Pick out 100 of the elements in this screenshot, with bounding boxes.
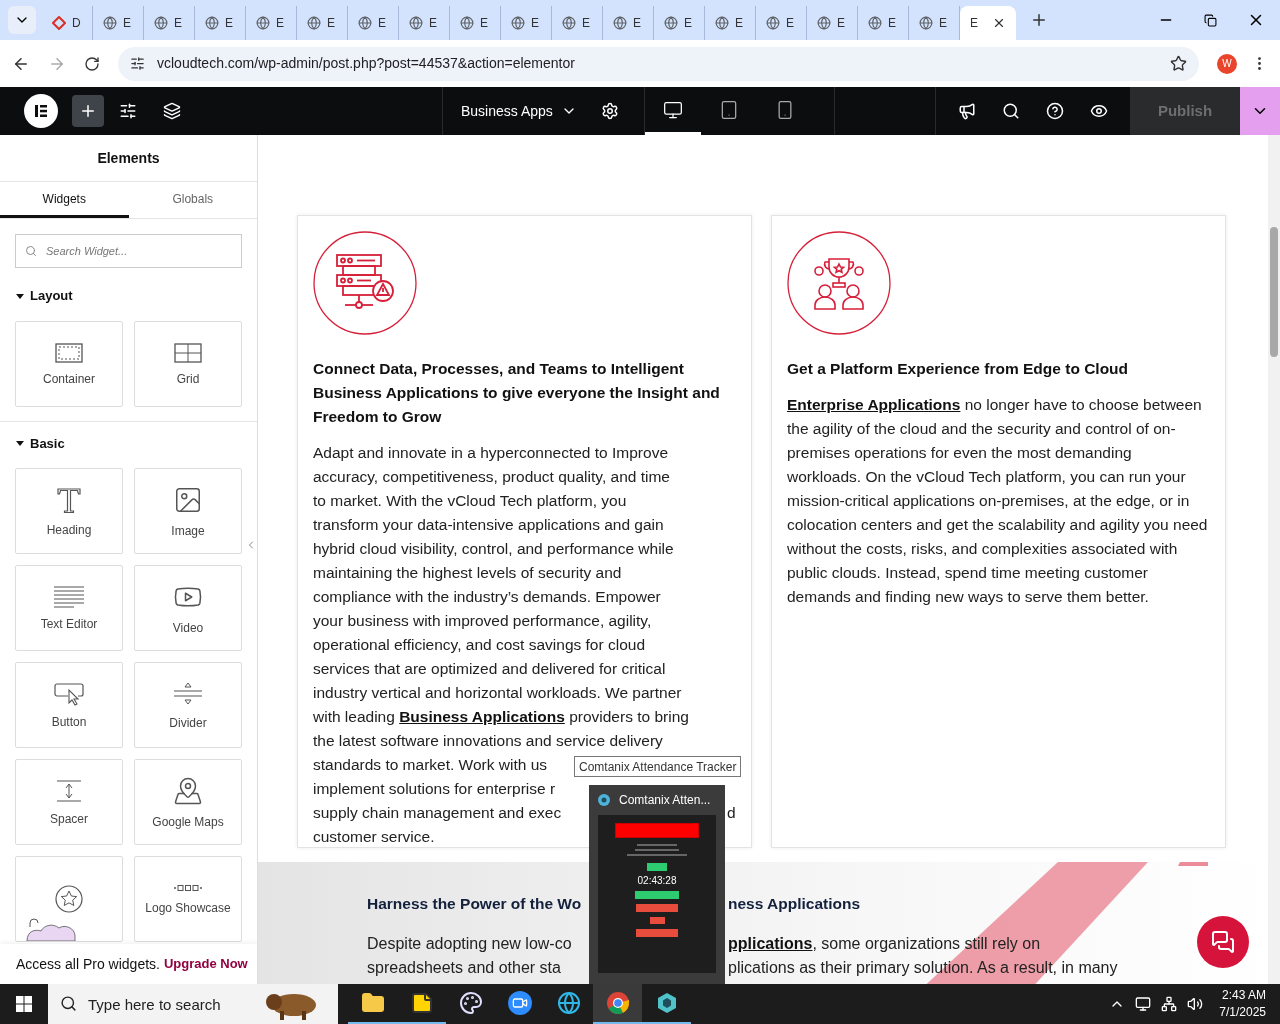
globe-icon [103,16,117,30]
tab-search-button[interactable] [8,6,36,34]
body-text: operational efficiency, and cost savings for cloud [313,636,645,653]
widget-tile[interactable]: Text Editor [15,565,123,651]
app-button-shape [636,929,678,937]
widget-tile[interactable]: Container [15,320,123,407]
widget-tile[interactable]: Button [15,662,123,748]
widget-tile[interactable] [15,856,123,942]
tab-title: E [480,15,488,32]
display-icon[interactable] [1135,996,1152,1012]
widget-label: Text Editor [40,618,98,630]
text-lines-drawing [627,843,687,858]
profile-avatar[interactable]: W [1217,53,1237,74]
reload-icon[interactable] [84,55,100,72]
page-title-dropdown[interactable]: Business Apps [461,100,577,122]
preview-eye-icon[interactable] [1090,102,1108,120]
body-text: providers to bring [568,708,689,725]
diamond-logo-icon [52,16,66,30]
tab-title: E [429,15,437,32]
volume-icon[interactable] [1187,996,1204,1012]
widget-label: Logo Showcase [145,902,231,914]
body-text: d [727,803,736,823]
body-text: Despite adopting new low-co [367,935,572,952]
tab-title: D [72,15,81,32]
widget-tile[interactable]: Logo Showcase [134,856,242,942]
search-icon[interactable] [1002,102,1020,120]
body-text: your business with improved performance, agility, [313,612,652,629]
app-logo-icon [597,793,611,807]
address-bar[interactable]: vcloudtech.com/wp-admin/post.php?post=44537&action=elementor [118,46,1199,81]
image-icon [173,485,203,515]
globe-icon [664,16,678,30]
bookmark-star-icon[interactable] [1170,55,1187,72]
browser-tab[interactable]: E [960,6,1016,40]
network-icon[interactable] [1161,996,1178,1012]
taskbar-app[interactable] [593,984,642,1024]
site-settings-icon[interactable] [130,56,145,71]
widget-search-field[interactable]: Search Widget... [15,234,242,268]
body-text: plications as their primary solution. As a result, in many [728,959,1118,976]
widget-tile[interactable]: Image [134,468,242,554]
widget-label: Spacer [50,813,88,825]
preview-clock: 02:43:28 [637,876,677,886]
tab-title: E [684,15,692,32]
text-link[interactable]: pplications [728,935,813,952]
spacer-icon [54,779,84,803]
restore-icon[interactable] [1204,13,1217,27]
widget-label: Divider [169,717,207,729]
globe-icon [154,16,168,30]
tab-title: E [378,15,386,32]
globe-icon [205,16,219,30]
globe-icon [460,16,474,30]
chat-bubbles-icon [1211,930,1235,954]
section-header[interactable]: Layout [0,286,89,306]
tab-title: E [837,15,845,32]
tooltip: Comtanix Attendance Tracker [574,756,742,777]
add-element-button[interactable] [72,95,104,127]
widget-tile[interactable]: Divider [134,662,242,748]
widget-tile[interactable]: Video [134,565,242,651]
dashed-frame-icon [55,342,83,363]
section-header[interactable]: Basic [0,433,81,453]
text-link[interactable]: Enterprise Applications [787,396,961,413]
tab-title: E [735,15,743,32]
monitor-icon [663,99,683,120]
site-settings-icon[interactable] [119,102,137,120]
widget-tile[interactable]: Heading [15,468,123,554]
widget-tile[interactable]: Google Maps [134,759,242,845]
megaphone-icon[interactable] [958,102,976,120]
text-link[interactable]: Business Applications [399,708,565,725]
tab-title: E [327,15,335,32]
tab-title: E [276,15,284,32]
globe-icon [613,16,627,30]
taskbar-search-field[interactable]: Type here to search [48,984,338,1024]
panel-tab[interactable]: Widgets [0,182,129,218]
body-text: hybrid cloud visibility, control, and performance while [313,540,674,557]
elementor-logo-icon[interactable] [24,94,58,128]
globe-icon [919,16,933,30]
section-heading: Harness the Power of the Wo [367,895,582,912]
globe-icon [766,16,780,30]
tab-title: E [174,15,182,32]
widget-label: Heading [46,524,92,536]
body-text: Adapt and innovate in a hyperconnected to Improve [313,444,669,461]
body-text: transform your data-intensive applications and gain [313,516,664,533]
upgrade-link[interactable]: Upgrade Now [163,954,248,974]
button-cursor-icon [54,682,84,706]
new-tab-icon[interactable] [1030,11,1048,29]
widget-tile[interactable]: Grid [134,320,242,407]
window-preview[interactable]: Comtanix Atten... 02:43:28 [589,785,725,984]
app-button-shape [635,891,679,899]
tab-title: E [970,15,978,32]
panel-title: Elements [96,148,161,168]
tab-title: E [582,15,590,32]
close-icon[interactable] [992,16,1006,30]
widget-tile[interactable]: Spacer [15,759,123,845]
help-icon[interactable] [1046,102,1064,120]
widget-label: Container [43,372,95,385]
layers-icon[interactable] [163,102,181,120]
trophy-people-icon [787,231,891,335]
settings-icon[interactable] [600,102,619,120]
panel-tab[interactable]: Globals [128,182,257,218]
scrollbar-thumb[interactable] [1270,227,1278,357]
tab-title: E [531,15,539,32]
